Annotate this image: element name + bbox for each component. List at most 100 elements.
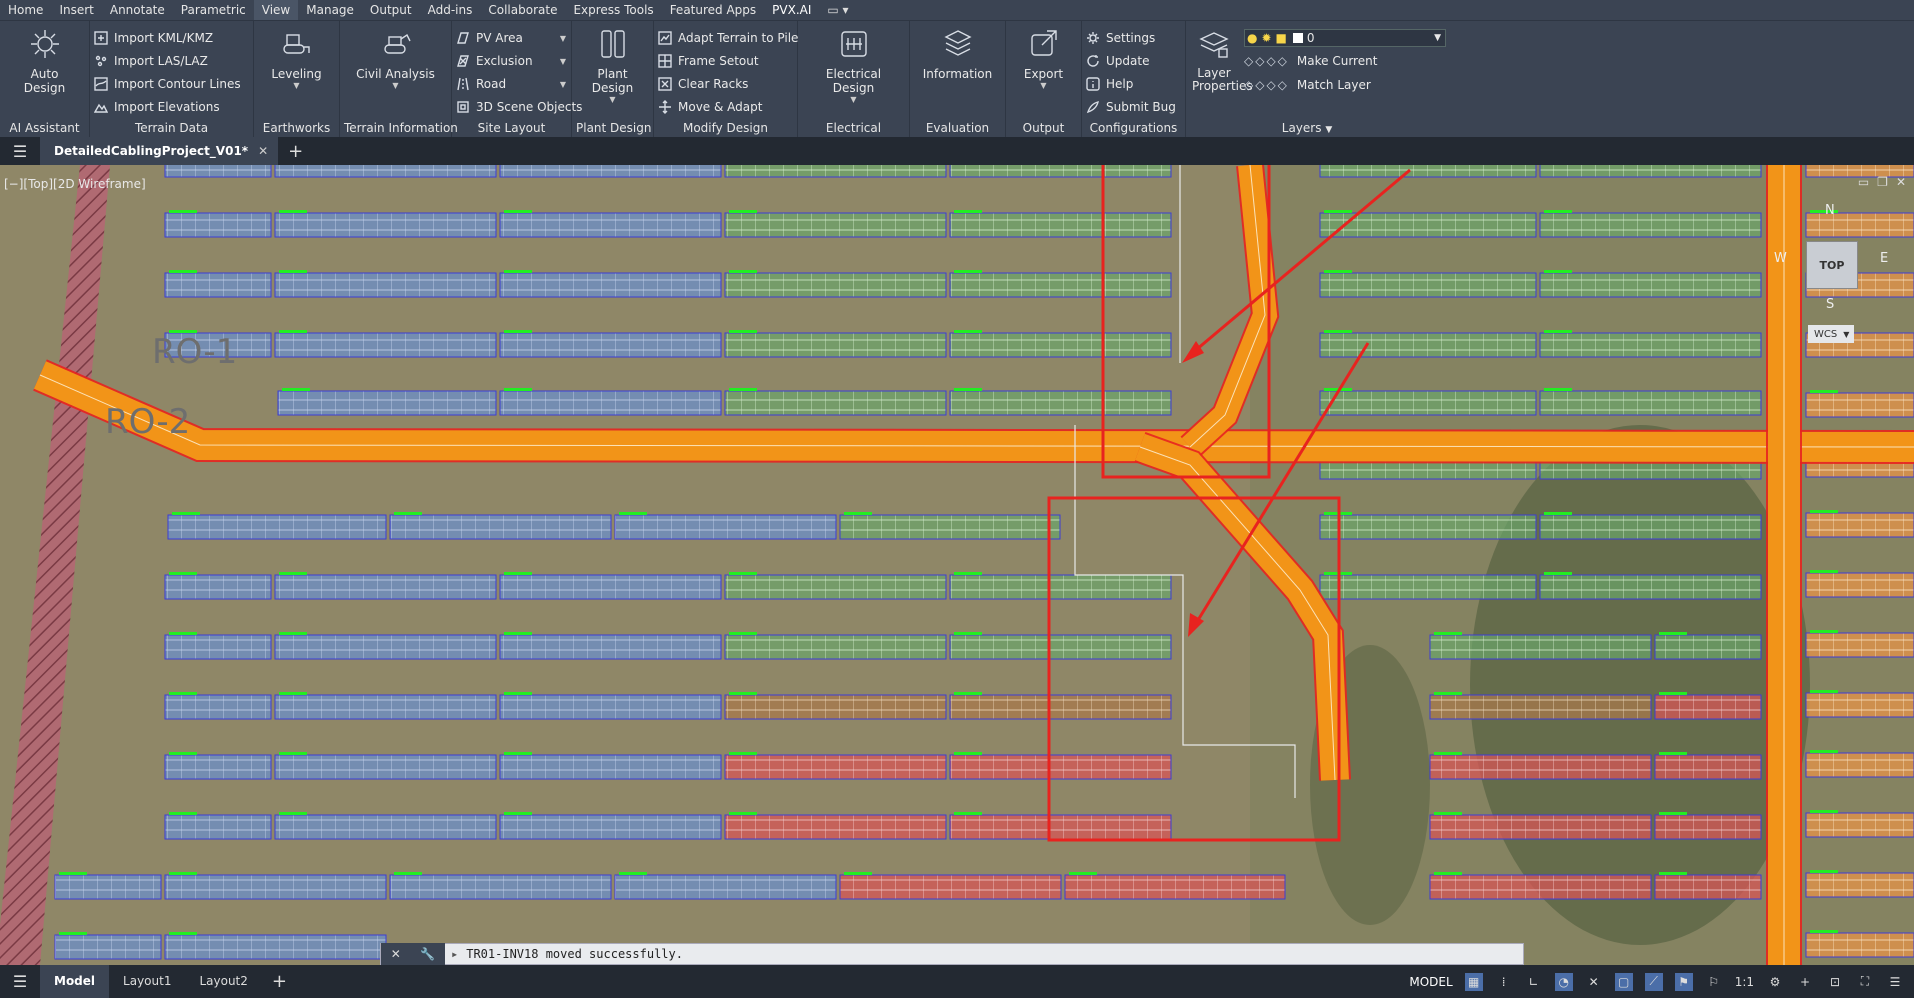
annotation-scale-icon[interactable]: ⚑ — [1674, 972, 1693, 991]
help-button[interactable]: Help — [1086, 74, 1176, 94]
pv-table[interactable] — [1319, 574, 1537, 600]
pv-table[interactable] — [724, 165, 947, 178]
pv-area-button[interactable]: PV Area ▼ — [456, 28, 566, 48]
pv-table[interactable] — [1805, 932, 1914, 958]
osnap-icon[interactable]: ✕ — [1585, 973, 1603, 991]
pv-table[interactable] — [1319, 272, 1537, 298]
drawing-viewport[interactable]: RO-1 RO-2 [−][Top][2D Wireframe] ▭ ❐ ✕ N… — [0, 165, 1914, 965]
road-button[interactable]: Road ▼ — [456, 74, 566, 94]
pv-table[interactable] — [499, 332, 722, 358]
pv-table[interactable] — [724, 332, 947, 358]
pv-table[interactable] — [1654, 634, 1762, 660]
pv-table[interactable] — [724, 694, 947, 720]
pv-table[interactable] — [1319, 390, 1537, 416]
import-las-button[interactable]: Import LAS/LAZ — [94, 51, 241, 71]
pv-table[interactable] — [274, 165, 497, 178]
pv-table[interactable] — [1805, 512, 1914, 538]
close-icon[interactable]: ✕ — [258, 137, 268, 165]
pv-table[interactable] — [1539, 390, 1762, 416]
pv-table[interactable] — [1654, 814, 1762, 840]
command-line[interactable]: ✕ 🔧 ▸ TR01-INV18 moved successfully. — [380, 943, 1524, 965]
document-tab[interactable]: DetailedCablingProject_V01* ✕ — [40, 137, 279, 165]
frame-setout-button[interactable]: Frame Setout — [658, 51, 798, 71]
pv-table[interactable] — [949, 332, 1172, 358]
pv-table[interactable] — [949, 634, 1172, 660]
annotation-visibility-icon[interactable]: ⚐ — [1705, 973, 1723, 991]
leveling-button[interactable]: Leveling ▼ — [265, 25, 327, 93]
pv-table[interactable] — [949, 574, 1172, 600]
menu-icon[interactable]: ☰ — [0, 972, 40, 991]
plant-design-button[interactable]: Plant Design ▼ — [576, 25, 649, 107]
pv-table[interactable] — [839, 874, 1062, 900]
pv-table[interactable] — [724, 272, 947, 298]
pv-table[interactable] — [1064, 874, 1286, 900]
pv-table[interactable] — [499, 272, 722, 298]
scale-value[interactable]: 1:1 — [1735, 975, 1754, 989]
add-layout-button[interactable]: + — [262, 971, 297, 992]
ribbon-tab-manage[interactable]: Manage — [298, 0, 362, 20]
pv-table[interactable] — [949, 165, 1172, 178]
viewcube-east[interactable]: E — [1880, 251, 1888, 266]
pv-table[interactable] — [1805, 572, 1914, 598]
layer-properties-button[interactable]: Layer Properties — [1190, 25, 1253, 95]
panel-title[interactable]: Layers ▼ — [1186, 118, 1428, 138]
layout-tab-model[interactable]: Model — [40, 965, 110, 998]
pv-table[interactable] — [54, 934, 162, 960]
viewcube-north[interactable]: N — [1825, 203, 1835, 218]
settings-button[interactable]: Settings — [1086, 28, 1176, 48]
fullscreen-icon[interactable]: ⛶ — [1856, 973, 1874, 991]
pv-table[interactable] — [274, 272, 497, 298]
pv-table[interactable] — [1539, 332, 1762, 358]
snap-icon[interactable]: ⁞ — [1495, 973, 1513, 991]
ribbon-tab-express-tools[interactable]: Express Tools — [565, 0, 661, 20]
viewcube[interactable]: N W E TOP S WCS ▼ — [1770, 195, 1910, 355]
pv-table[interactable] — [164, 212, 272, 238]
make-current-button[interactable]: ◇◇◇◇ Make Current — [1244, 51, 1446, 71]
move-adapt-button[interactable]: Move & Adapt — [658, 97, 798, 117]
ribbon-tab-parametric[interactable]: Parametric — [173, 0, 254, 20]
close-icon[interactable]: ✕ — [391, 947, 401, 961]
pv-table[interactable] — [724, 634, 947, 660]
pv-table[interactable] — [1539, 514, 1762, 540]
pv-table[interactable] — [1805, 752, 1914, 778]
pv-table[interactable] — [274, 754, 497, 780]
layout-tab-layout2[interactable]: Layout2 — [185, 965, 261, 998]
pv-table[interactable] — [277, 390, 497, 416]
dropdown-arrow-icon[interactable]: ▼ — [546, 34, 566, 43]
ribbon-extra-dropdown[interactable]: ▭ ▾ — [819, 0, 856, 20]
adapt-terrain-to-pile-button[interactable]: Adapt Terrain to Pile — [658, 28, 798, 48]
viewcube-top-face[interactable]: TOP — [1806, 241, 1858, 289]
pv-table[interactable] — [54, 874, 162, 900]
pv-table[interactable] — [499, 390, 722, 416]
pv-table[interactable] — [1654, 694, 1762, 720]
exclusion-button[interactable]: Exclusion ▼ — [456, 51, 566, 71]
pv-table[interactable] — [724, 574, 947, 600]
pv-table[interactable] — [274, 694, 497, 720]
pv-table[interactable] — [274, 574, 497, 600]
restore-icon[interactable]: ❐ — [1877, 175, 1888, 189]
pv-table[interactable] — [1805, 812, 1914, 838]
grid-icon[interactable]: ▦ — [1464, 972, 1483, 991]
pv-table[interactable] — [1539, 272, 1762, 298]
minimize-icon[interactable]: ▭ — [1858, 175, 1869, 189]
pv-table[interactable] — [499, 165, 722, 178]
pv-table[interactable] — [1805, 392, 1914, 418]
ribbon-tab-pvx-ai[interactable]: PVX.AI — [764, 0, 819, 20]
dropdown-arrow-icon[interactable]: ▼ — [546, 57, 566, 66]
update-button[interactable]: Update — [1086, 51, 1176, 71]
import-contour-lines-button[interactable]: Import Contour Lines — [94, 74, 241, 94]
pv-table[interactable] — [949, 814, 1172, 840]
dropdown-arrow-icon[interactable]: ▼ — [546, 80, 566, 89]
gear-icon[interactable]: ⚙ — [1766, 973, 1784, 991]
pv-table[interactable] — [499, 754, 722, 780]
pv-table[interactable] — [164, 634, 272, 660]
pv-table[interactable] — [724, 390, 947, 416]
pv-table[interactable] — [274, 814, 497, 840]
pv-table[interactable] — [949, 212, 1172, 238]
ribbon-tab-add-ins[interactable]: Add-ins — [420, 0, 481, 20]
pv-table[interactable] — [1654, 754, 1762, 780]
wrench-icon[interactable]: 🔧 — [420, 947, 435, 961]
layout-tab-layout1[interactable]: Layout1 — [109, 965, 185, 998]
pv-table[interactable] — [839, 514, 1061, 540]
ribbon-tab-annotate[interactable]: Annotate — [102, 0, 173, 20]
